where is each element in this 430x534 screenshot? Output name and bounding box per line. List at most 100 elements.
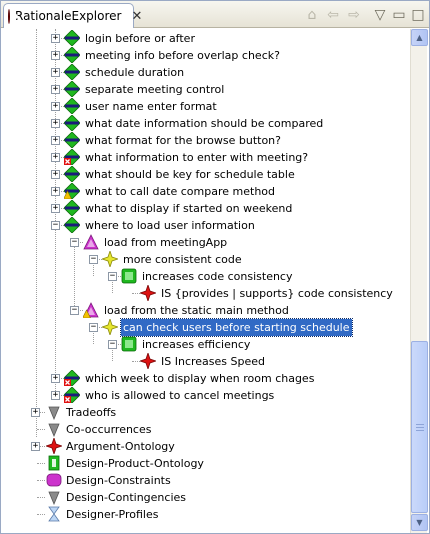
tree-row[interactable]: + what to display if started on weekend	[1, 199, 409, 217]
tree-item-label[interactable]: what to call date compare method	[83, 183, 277, 200]
expand-toggle[interactable]: +	[51, 119, 60, 128]
expand-toggle[interactable]: +	[51, 374, 60, 383]
tree-row[interactable]: IS {provides | supports} code consistenc…	[1, 283, 409, 303]
tree-row[interactable]: − where to load user information	[1, 216, 409, 234]
tree-row[interactable]: Design-Contingencies	[1, 489, 409, 506]
collapse-toggle[interactable]: −	[108, 340, 117, 349]
expand-toggle[interactable]: +	[51, 68, 60, 77]
view-menu-icon[interactable]: ▽	[371, 6, 389, 24]
collapse-toggle[interactable]: −	[70, 238, 79, 247]
tree-item-label[interactable]: Design-Constraints	[64, 472, 173, 489]
tree-item-label[interactable]: which week to display when room chages	[83, 370, 316, 387]
vertical-scrollbar[interactable]: ▲ ▼	[410, 29, 428, 533]
expand-toggle[interactable]: +	[51, 170, 60, 179]
scrollbar-thumb[interactable]	[411, 341, 428, 513]
view-title-bar: RationaleExplorer ✕ ⌂ ⇦ ⇨ ▽ ▭ □	[1, 1, 429, 28]
tree-item-label[interactable]: Design-Contingencies	[64, 489, 188, 506]
tree-item-label[interactable]: what format for the browse button?	[83, 132, 283, 149]
tree-row[interactable]: − load from meetingApp	[1, 234, 409, 251]
hourglass-blue-icon	[46, 506, 62, 522]
tree-item-label[interactable]: schedule duration	[83, 64, 186, 81]
tree-item-label[interactable]: IS {provides | supports} code consistenc…	[159, 285, 395, 302]
tree-row[interactable]: + meeting info before overlap check?	[1, 46, 409, 64]
tree-item-label[interactable]: Design-Product-Ontology	[64, 455, 206, 472]
expand-toggle[interactable]: +	[51, 102, 60, 111]
tree-item-label[interactable]: meeting info before overlap check?	[83, 47, 282, 64]
tree-row[interactable]: + schedule duration	[1, 63, 409, 81]
collapse-toggle[interactable]: −	[70, 306, 79, 315]
tree-item-label[interactable]: Tradeoffs	[64, 404, 118, 421]
maximize-icon[interactable]: □	[409, 6, 427, 24]
tree-row[interactable]: + what should be key for schedule table	[1, 165, 409, 183]
back-arrow-icon[interactable]: ⇦	[324, 6, 342, 24]
collapse-toggle[interactable]: −	[89, 323, 98, 332]
tree-row[interactable]: Co-occurrences	[1, 421, 409, 438]
tree-item-label[interactable]: load from meetingApp	[102, 234, 229, 251]
tab-rationale-explorer[interactable]: RationaleExplorer ✕	[3, 3, 142, 28]
expand-toggle[interactable]: +	[31, 408, 40, 417]
tree-row[interactable]: − load from the static main method	[1, 302, 409, 319]
forward-arrow-icon[interactable]: ⇨	[345, 6, 363, 24]
tree-item-label[interactable]: who is allowed to cancel meetings	[83, 387, 276, 404]
expand-toggle[interactable]: +	[51, 51, 60, 60]
tree-row[interactable]: + Argument-Ontology	[1, 436, 409, 456]
close-icon[interactable]: ✕	[131, 9, 142, 24]
tree-item-label[interactable]: Co-occurrences	[64, 421, 153, 438]
tree-row[interactable]: Design-Product-Ontology	[1, 455, 409, 472]
tree-item-label[interactable]: what information to enter with meeting?	[83, 149, 310, 166]
tree-row[interactable]: + what format for the browse button?	[1, 131, 409, 149]
tree-item-label[interactable]: user name enter format	[83, 98, 219, 115]
tree-row[interactable]: + what date information should be compar…	[1, 114, 409, 132]
expand-toggle[interactable]: +	[51, 85, 60, 94]
collapse-toggle[interactable]: −	[108, 272, 117, 281]
rationale-explorer-icon	[8, 8, 18, 24]
expand-toggle[interactable]: +	[51, 187, 60, 196]
tree-row[interactable]: − more consistent code	[1, 249, 409, 269]
tree-row[interactable]: + Tradeoffs	[1, 404, 409, 421]
rationale-tree[interactable]: + login before or after + meeting info be…	[1, 29, 409, 533]
tree-row[interactable]: + separate meeting control	[1, 80, 409, 98]
expand-toggle[interactable]: +	[51, 34, 60, 43]
tree-item-label[interactable]: more consistent code	[121, 251, 244, 268]
tree-row[interactable]: − can check users before starting schedul…	[1, 317, 409, 337]
expand-toggle[interactable]: +	[51, 153, 60, 162]
expand-toggle[interactable]: +	[51, 204, 60, 213]
rationale-explorer-view: RationaleExplorer ✕ ⌂ ⇦ ⇨ ▽ ▭ □ + login befor…	[0, 0, 430, 534]
tree-row[interactable]: Design-Constraints	[1, 472, 409, 489]
tree-item-label[interactable]: what should be key for schedule table	[83, 166, 297, 183]
tree-item-label[interactable]: Argument-Ontology	[64, 438, 177, 455]
tree-item-label[interactable]: where to load user information	[83, 217, 257, 234]
tree-row[interactable]: + what information to enter with meeting…	[1, 148, 409, 166]
tree-item-label[interactable]: login before or after	[83, 30, 197, 47]
tree-item-label[interactable]: can check users before starting schedule	[120, 318, 353, 337]
minimize-icon[interactable]: ▭	[390, 6, 408, 24]
tree-row[interactable]: Designer-Profiles	[1, 506, 409, 523]
scroll-down-arrow-icon[interactable]: ▼	[411, 514, 428, 531]
tree-item-label[interactable]: load from the static main method	[102, 302, 291, 319]
funnel-gray-icon	[46, 404, 62, 421]
home-icon[interactable]: ⌂	[303, 6, 321, 24]
tree-row[interactable]: IS Increases Speed	[1, 351, 409, 371]
tree-row[interactable]: − increases code consistency	[1, 268, 409, 285]
tree-item-label[interactable]: Designer-Profiles	[64, 506, 160, 523]
tree-row[interactable]: + user name enter format	[1, 97, 409, 115]
tree-item-label[interactable]: what date information should be compared	[83, 115, 325, 132]
diamond-green-icon	[63, 97, 81, 115]
tree-row[interactable]: + what to call date compare method	[1, 182, 409, 200]
tree-row[interactable]: + which week to display when room chages	[1, 369, 409, 387]
expand-toggle[interactable]: +	[51, 391, 60, 400]
tree-item-label[interactable]: what to display if started on weekend	[83, 200, 294, 217]
tree-row[interactable]: − increases efficiency	[1, 336, 409, 353]
scroll-up-arrow-icon[interactable]: ▲	[411, 29, 428, 46]
tree-row[interactable]: + who is allowed to cancel meetings	[1, 386, 409, 404]
triangle-magenta-icon	[83, 234, 99, 250]
expand-toggle[interactable]: +	[51, 136, 60, 145]
collapse-toggle[interactable]: −	[51, 221, 60, 230]
tree-item-label[interactable]: increases efficiency	[140, 336, 252, 353]
expand-toggle[interactable]: +	[31, 442, 40, 451]
tree-row[interactable]: + login before or after	[1, 29, 409, 47]
tree-item-label[interactable]: increases code consistency	[140, 268, 295, 285]
tree-item-label[interactable]: separate meeting control	[83, 81, 226, 98]
tree-item-label[interactable]: IS Increases Speed	[159, 353, 267, 370]
collapse-toggle[interactable]: −	[89, 255, 98, 264]
